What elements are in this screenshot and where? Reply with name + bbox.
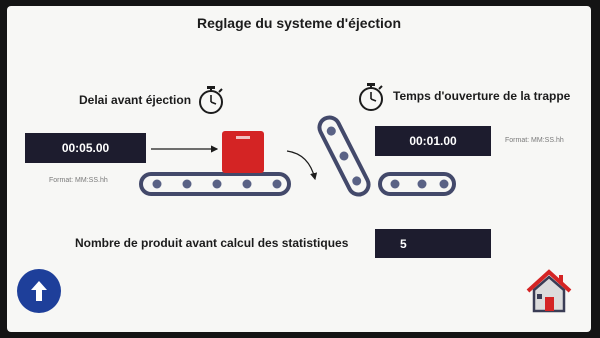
input-conveyor	[139, 172, 291, 196]
back-button[interactable]	[17, 269, 61, 313]
output-conveyor	[378, 172, 456, 196]
opening-format-hint: Format: MM:SS.hh	[505, 137, 564, 144]
home-button[interactable]	[526, 269, 572, 313]
delay-label: Delai avant éjection	[79, 93, 192, 107]
product-box	[222, 131, 264, 173]
delay-input[interactable]: 00:05.00	[25, 133, 146, 163]
opening-time-label: Temps d'ouverture de la trappe	[393, 89, 571, 103]
home-icon	[526, 269, 572, 313]
page-title: Reglage du systeme d'éjection	[196, 15, 402, 31]
delay-format-hint: Format: MM:SS.hh	[49, 177, 108, 184]
arrow-up-icon	[31, 281, 47, 301]
drop-arrow	[286, 150, 318, 181]
conveyor-illustration	[139, 115, 456, 197]
product-count-label: Nombre de produit avant calcul des stati…	[75, 236, 349, 250]
hmi-screen: Reglage du systeme d'éjection Delai avan…	[7, 6, 591, 332]
product-count-input[interactable]: 5	[375, 229, 491, 258]
ejection-conveyor	[317, 115, 371, 197]
